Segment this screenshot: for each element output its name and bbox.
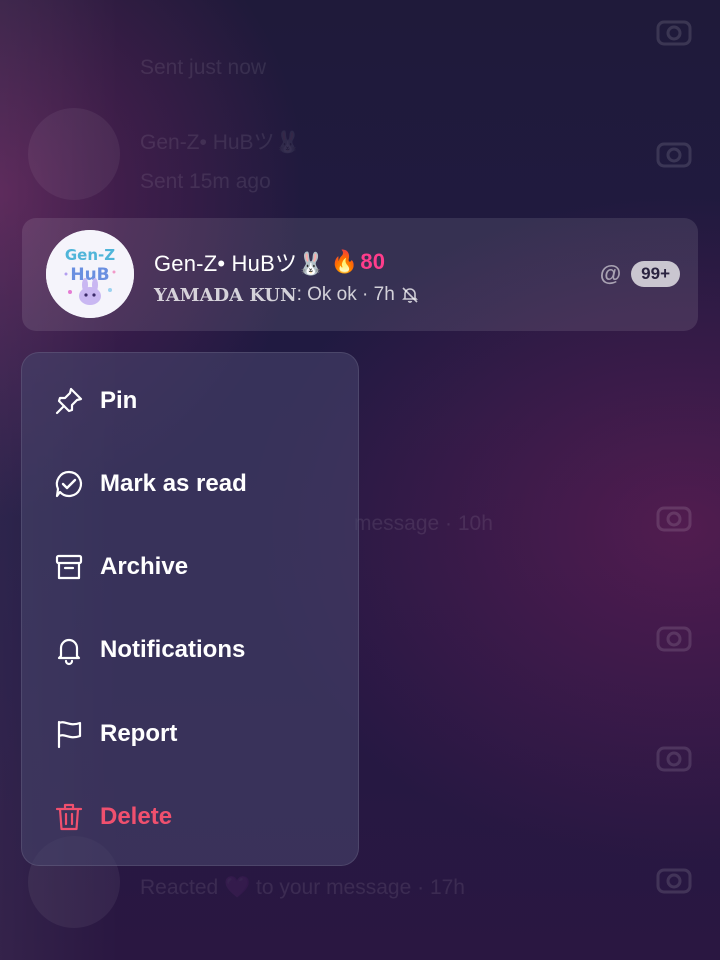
menu-item-label: Notifications <box>100 636 246 663</box>
mark-read-icon <box>52 467 86 501</box>
flag-icon <box>52 717 86 751</box>
bg-row-sub: Sent just now <box>140 56 267 79</box>
bg-row-3: message · 10h <box>354 512 493 536</box>
chat-preview: YAMADA KUN: Ok ok · 7h <box>154 284 419 306</box>
camera-icon <box>656 142 692 168</box>
bg-row-4: Reacted 💜 to your message · 17h <box>140 876 465 900</box>
chat-context-menu: Pin Mark as read Archive Notifications R… <box>21 352 359 866</box>
bg-row-2: Gen-Z• HuBツ🐰 Sent 15m ago <box>140 126 301 194</box>
chat-title-line: Gen-Z• HuBツ🐰 🔥 80 <box>154 246 385 278</box>
menu-item-archive[interactable]: Archive <box>22 537 358 597</box>
menu-item-label: Pin <box>100 387 138 414</box>
bg-row-sub: Reacted 💜 to your message · 17h <box>140 876 465 899</box>
group-avatar[interactable]: Gen-Z HuB <box>46 230 134 318</box>
chat-meta: @ 99+ <box>600 261 680 287</box>
selected-chat-row[interactable]: Gen-Z HuB Gen-Z• HuBツ🐰 🔥 80 YAMADA KUN: … <box>22 218 698 331</box>
menu-item-mark-as-read[interactable]: Mark as read <box>22 454 358 514</box>
streak-count: 80 <box>360 249 386 274</box>
menu-item-delete[interactable]: Delete <box>22 787 358 847</box>
archive-icon <box>52 550 86 584</box>
menu-item-report[interactable]: Report <box>22 704 358 764</box>
unread-count-badge: 99+ <box>631 261 680 287</box>
camera-icon <box>656 868 692 894</box>
menu-item-label: Report <box>100 720 178 747</box>
svg-text:Gen-Z: Gen-Z <box>65 246 115 264</box>
camera-icon <box>656 20 692 46</box>
chat-title: Gen-Z• HuBツ🐰 <box>154 251 325 276</box>
menu-item-label: Delete <box>100 803 173 830</box>
camera-icon <box>656 506 692 532</box>
camera-icon <box>656 626 692 652</box>
trash-icon <box>52 800 86 834</box>
menu-item-label: Archive <box>100 553 189 580</box>
svg-text:HuB: HuB <box>70 265 109 285</box>
bg-row-sub: message · 10h <box>354 512 493 535</box>
mention-icon: @ <box>599 261 622 286</box>
camera-icon <box>656 746 692 772</box>
pin-icon <box>52 384 86 418</box>
bell-off-icon <box>401 287 418 303</box>
last-message: : Ok ok · 7h <box>296 284 395 305</box>
bg-row-sub: Sent 15m ago <box>140 170 271 193</box>
fire-icon: 🔥 <box>330 249 359 274</box>
menu-item-label: Mark as read <box>100 470 247 497</box>
menu-item-notifications[interactable]: Notifications <box>22 620 358 680</box>
group-logo: Gen-Z HuB <box>46 230 134 318</box>
streak-badge: 🔥 80 <box>331 249 385 275</box>
last-sender: YAMADA KUN <box>154 284 297 306</box>
bg-avatar <box>28 108 120 200</box>
bg-row-title: Gen-Z• HuBツ🐰 <box>140 131 301 154</box>
bell-icon <box>52 633 86 667</box>
menu-item-pin[interactable]: Pin <box>22 371 358 431</box>
bg-row-1: Sent just now <box>140 42 266 80</box>
